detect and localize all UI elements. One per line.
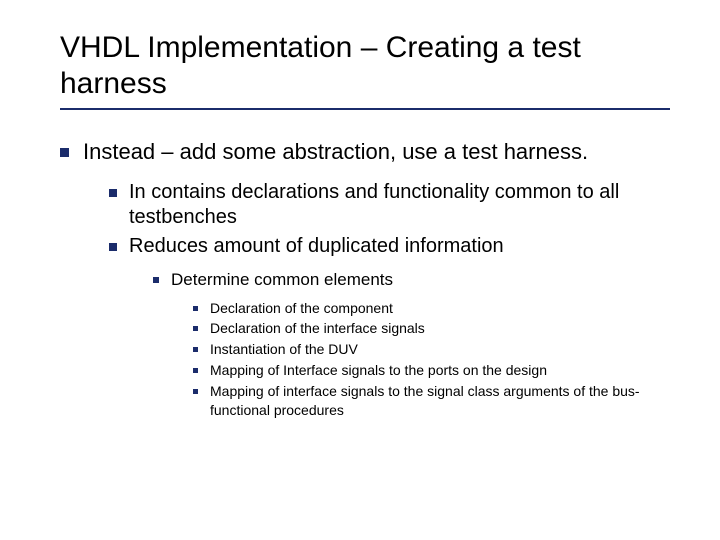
- bullet-text: Mapping of interface signals to the sign…: [210, 383, 640, 418]
- slide-title: VHDL Implementation – Creating a test ha…: [60, 30, 670, 102]
- square-bullet-icon: [193, 326, 198, 331]
- list-item: Instantiation of the DUV: [193, 340, 670, 359]
- bullet-text: In contains declarations and functionali…: [129, 181, 619, 228]
- square-bullet-icon: [193, 368, 198, 373]
- bullet-text: Declaration of the interface signals: [210, 320, 425, 336]
- list-item: Mapping of Interface signals to the port…: [193, 361, 670, 380]
- bullet-text: Reduces amount of duplicated information: [129, 235, 504, 257]
- square-bullet-icon: [109, 243, 117, 251]
- bullet-text: Instead – add some abstraction, use a te…: [83, 139, 588, 164]
- title-rule: [60, 108, 670, 110]
- square-bullet-icon: [193, 347, 198, 352]
- list-item: Mapping of interface signals to the sign…: [193, 382, 670, 420]
- list-item: Determine common elements Declaration of…: [153, 269, 670, 422]
- bullet-list-lvl3: Determine common elements Declaration of…: [129, 269, 670, 422]
- square-bullet-icon: [193, 389, 198, 394]
- square-bullet-icon: [60, 148, 69, 157]
- list-item: Instead – add some abstraction, use a te…: [60, 138, 670, 432]
- square-bullet-icon: [193, 306, 198, 311]
- slide: VHDL Implementation – Creating a test ha…: [0, 0, 720, 540]
- bullet-list-lvl4: Declaration of the component Declaration…: [171, 299, 670, 420]
- list-item: In contains declarations and functionali…: [109, 180, 670, 230]
- list-item: Declaration of the component: [193, 299, 670, 318]
- bullet-text: Instantiation of the DUV: [210, 341, 358, 357]
- bullet-list-lvl2: In contains declarations and functionali…: [83, 180, 670, 428]
- square-bullet-icon: [109, 189, 117, 197]
- list-item: Declaration of the interface signals: [193, 319, 670, 338]
- bullet-list-lvl1: Instead – add some abstraction, use a te…: [60, 138, 670, 432]
- bullet-text: Declaration of the component: [210, 300, 393, 316]
- bullet-text: Determine common elements: [171, 270, 393, 289]
- bullet-text: Mapping of Interface signals to the port…: [210, 362, 547, 378]
- square-bullet-icon: [153, 277, 159, 283]
- list-item: Reduces amount of duplicated information…: [109, 234, 670, 428]
